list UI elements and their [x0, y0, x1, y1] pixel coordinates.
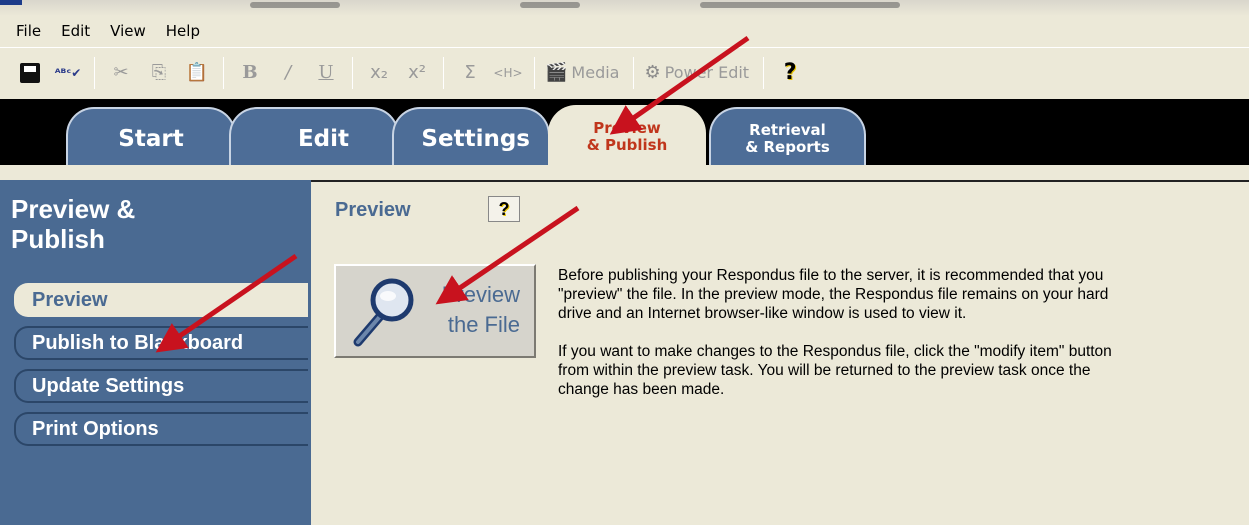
- toolbar-separator: [534, 56, 535, 89]
- tab-edit-label: Edit: [297, 126, 349, 152]
- main-panel: Preview ? Preview the File Before publis…: [311, 180, 1249, 525]
- sidebar: Preview & Publish Preview Publish to Bla…: [0, 180, 311, 525]
- power-edit-button[interactable]: ⚙ Power Edit: [644, 62, 749, 83]
- tab-start-label: Start: [118, 126, 184, 152]
- sidebar-item-update-settings[interactable]: Update Settings: [14, 369, 308, 403]
- power-edit-icon: ⚙: [644, 62, 661, 83]
- spellcheck-icon[interactable]: ᴬᴮᶜ✔: [52, 57, 84, 89]
- toolbar-separator: [223, 56, 224, 89]
- save-icon[interactable]: [14, 57, 46, 89]
- help-button[interactable]: ?: [488, 196, 520, 222]
- cut-icon[interactable]: ✂: [105, 57, 137, 89]
- toolbar: ᴬᴮᶜ✔ ✂ ⎘ 📋 B / U x₂ x² Σ <H> 🎬 Media ⚙ Pow…: [0, 47, 1249, 97]
- power-edit-label: Power Edit: [664, 63, 750, 82]
- title-strip: [0, 0, 1249, 16]
- tab-retrieval-reports-label: Retrieval & Reports: [745, 121, 830, 156]
- sidebar-item-label: Preview: [32, 288, 108, 311]
- copy-icon[interactable]: ⎘: [143, 57, 175, 89]
- sidebar-item-preview[interactable]: Preview: [14, 283, 308, 317]
- sidebar-item-label: Publish to Blackboard: [32, 331, 244, 354]
- title-accent: [0, 0, 22, 5]
- tab-start[interactable]: Start: [66, 107, 236, 165]
- description: Before publishing your Respondus file to…: [558, 266, 1118, 418]
- menu-view[interactable]: View: [110, 22, 146, 40]
- tab-edit[interactable]: Edit: [229, 107, 399, 165]
- respondus-window: File Edit View Help ᴬᴮᶜ✔ ✂ ⎘ 📋 B / U x₂ …: [0, 0, 1249, 525]
- italic-icon[interactable]: /: [272, 57, 304, 89]
- tab-bar: Start Edit Settings Preview & Publish Re…: [0, 99, 1249, 165]
- sidebar-item-label: Print Options: [32, 417, 159, 440]
- toolbar-separator: [763, 56, 765, 89]
- toolbar-separator: [633, 56, 635, 89]
- paste-icon[interactable]: 📋: [181, 57, 213, 89]
- sigma-icon[interactable]: Σ: [454, 57, 486, 89]
- description-paragraph: If you want to make changes to the Respo…: [558, 343, 1112, 398]
- toolbar-separator: [443, 56, 444, 89]
- media-icon: 🎬: [545, 62, 568, 83]
- toolbar-separator: [94, 56, 95, 89]
- menu-edit[interactable]: Edit: [61, 22, 90, 40]
- description-paragraph: Before publishing your Respondus file to…: [558, 267, 1109, 322]
- tab-settings[interactable]: Settings: [392, 107, 550, 165]
- sidebar-item-label: Update Settings: [32, 374, 185, 397]
- magnifier-icon: [353, 278, 414, 347]
- subscript-icon[interactable]: x₂: [363, 57, 395, 89]
- tab-retrieval-reports[interactable]: Retrieval & Reports: [709, 107, 866, 165]
- tab-preview-publish-label: Preview & Publish: [586, 119, 668, 154]
- preview-file-label: Preview the File: [441, 282, 520, 337]
- sidebar-item-publish-to-blackboard[interactable]: Publish to Blackboard: [14, 326, 308, 360]
- underline-icon[interactable]: U: [310, 57, 342, 89]
- sidebar-item-print-options[interactable]: Print Options: [14, 412, 308, 446]
- tab-preview-publish[interactable]: Preview & Publish: [548, 105, 706, 165]
- help-icon[interactable]: ?: [774, 57, 806, 89]
- title-fragment: [520, 2, 580, 8]
- media-button[interactable]: 🎬 Media: [545, 62, 619, 83]
- bold-icon[interactable]: B: [234, 57, 266, 89]
- superscript-icon[interactable]: x²: [401, 57, 433, 89]
- tab-settings-label: Settings: [421, 126, 530, 152]
- menu-file[interactable]: File: [16, 22, 41, 40]
- toolbar-separator: [352, 56, 353, 89]
- menu-help[interactable]: Help: [166, 22, 200, 40]
- help-icon: ?: [498, 198, 510, 219]
- title-fragment: [700, 2, 900, 8]
- page-title: Preview: [335, 199, 411, 221]
- media-label: Media: [571, 63, 620, 82]
- sidebar-heading: Preview & Publish: [11, 194, 136, 254]
- preview-file-button[interactable]: Preview the File: [334, 264, 536, 358]
- menu-bar: File Edit View Help: [0, 18, 220, 44]
- html-icon[interactable]: <H>: [492, 57, 524, 89]
- title-fragment: [250, 2, 340, 8]
